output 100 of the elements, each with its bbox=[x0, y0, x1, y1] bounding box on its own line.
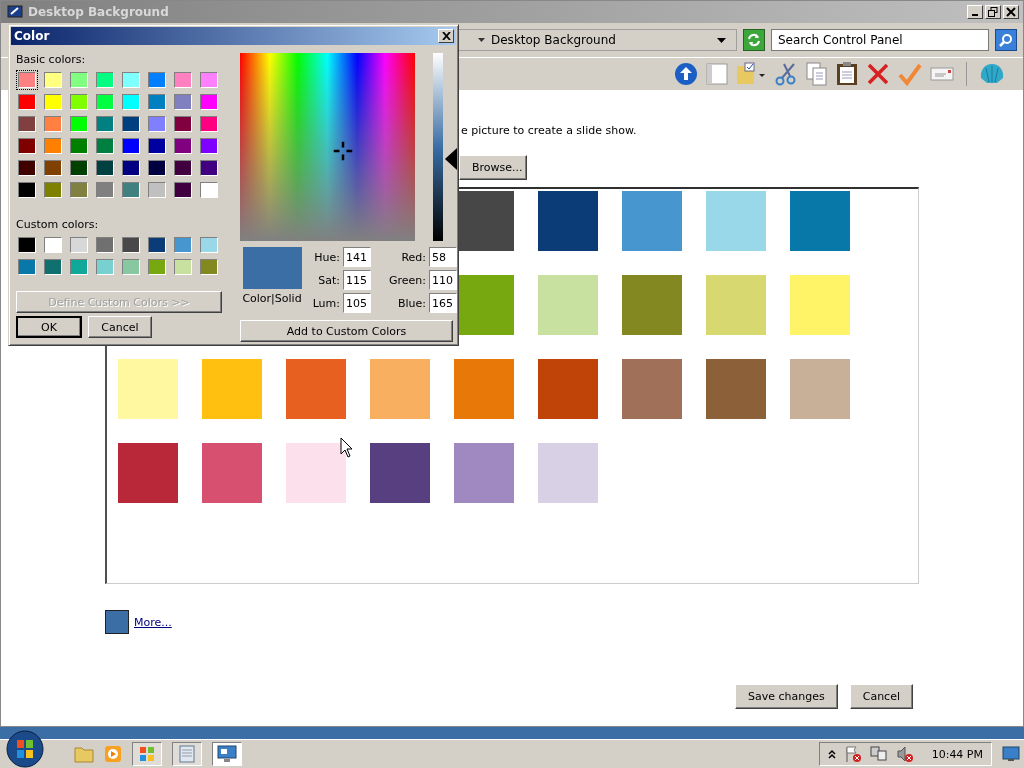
more-link[interactable]: More... bbox=[134, 615, 172, 629]
color-swatch[interactable] bbox=[706, 359, 766, 419]
color-swatch[interactable] bbox=[94, 180, 116, 200]
color-swatch[interactable] bbox=[68, 180, 90, 200]
color-swatch[interactable] bbox=[16, 257, 38, 277]
color-swatch[interactable] bbox=[146, 180, 168, 200]
color-swatch[interactable] bbox=[68, 114, 90, 134]
color-spectrum[interactable] bbox=[240, 53, 415, 241]
color-swatch[interactable] bbox=[68, 158, 90, 178]
color-swatch[interactable] bbox=[172, 235, 194, 255]
color-swatch[interactable] bbox=[42, 257, 64, 277]
clipboard-icon[interactable] bbox=[836, 62, 858, 86]
search-button[interactable] bbox=[995, 29, 1017, 51]
color-swatch[interactable] bbox=[198, 114, 220, 134]
color-swatch[interactable] bbox=[198, 92, 220, 112]
color-swatch[interactable] bbox=[120, 114, 142, 134]
copy-icon[interactable] bbox=[806, 62, 828, 86]
color-swatch[interactable] bbox=[172, 136, 194, 156]
color-swatch[interactable] bbox=[538, 191, 598, 251]
color-swatch[interactable] bbox=[42, 158, 64, 178]
refresh-button[interactable] bbox=[743, 29, 765, 51]
color-swatch[interactable] bbox=[68, 92, 90, 112]
color-swatch[interactable] bbox=[538, 359, 598, 419]
restore-button[interactable] bbox=[985, 5, 1001, 19]
value-field[interactable]: 141 bbox=[343, 247, 371, 267]
color-swatch[interactable] bbox=[790, 359, 850, 419]
taskbar-item[interactable] bbox=[132, 742, 162, 766]
luminance-arrow-icon[interactable] bbox=[445, 147, 457, 170]
value-field[interactable]: 110 bbox=[429, 270, 457, 290]
save-button[interactable]: Save changes bbox=[735, 684, 838, 709]
color-swatch[interactable] bbox=[68, 70, 90, 90]
color-swatch[interactable] bbox=[16, 70, 38, 90]
color-swatch[interactable] bbox=[42, 180, 64, 200]
taskbar-item[interactable] bbox=[172, 742, 202, 766]
color-swatch[interactable] bbox=[42, 70, 64, 90]
cancel-button[interactable]: Cancel bbox=[849, 684, 913, 709]
check-icon[interactable] bbox=[898, 62, 922, 86]
taskbar-item[interactable] bbox=[212, 742, 242, 766]
search-field[interactable]: Search Control Panel bbox=[771, 29, 989, 51]
color-swatch[interactable] bbox=[622, 191, 682, 251]
color-swatch[interactable] bbox=[172, 158, 194, 178]
flag-error-icon[interactable] bbox=[843, 745, 862, 763]
color-swatch[interactable] bbox=[146, 136, 168, 156]
color-swatch[interactable] bbox=[120, 136, 142, 156]
color-swatch[interactable] bbox=[538, 443, 598, 503]
value-field[interactable]: 105 bbox=[343, 293, 371, 313]
value-field[interactable]: 115 bbox=[343, 270, 371, 290]
speaker-muted-icon[interactable] bbox=[895, 745, 914, 763]
color-swatch[interactable] bbox=[94, 235, 116, 255]
color-swatch[interactable] bbox=[146, 114, 168, 134]
color-swatch[interactable] bbox=[42, 136, 64, 156]
color-swatch[interactable] bbox=[146, 257, 168, 277]
color-swatch[interactable] bbox=[16, 92, 38, 112]
browse-button[interactable]: Browse... bbox=[459, 155, 527, 180]
folder-icon[interactable] bbox=[736, 62, 766, 86]
color-swatch[interactable] bbox=[706, 275, 766, 335]
color-swatch[interactable] bbox=[94, 70, 116, 90]
color-swatch[interactable] bbox=[706, 191, 766, 251]
delete-icon[interactable] bbox=[866, 62, 890, 86]
color-swatch[interactable] bbox=[16, 136, 38, 156]
color-swatch[interactable] bbox=[120, 158, 142, 178]
color-swatch[interactable] bbox=[94, 257, 116, 277]
color-swatch[interactable] bbox=[198, 257, 220, 277]
close-button[interactable] bbox=[1003, 5, 1019, 19]
show-desktop-icon[interactable] bbox=[1002, 746, 1020, 762]
color-swatch[interactable] bbox=[198, 136, 220, 156]
color-swatch[interactable] bbox=[198, 180, 220, 200]
color-swatch[interactable] bbox=[68, 136, 90, 156]
color-swatch[interactable] bbox=[146, 158, 168, 178]
color-swatch[interactable] bbox=[172, 92, 194, 112]
color-swatch[interactable] bbox=[622, 359, 682, 419]
color-swatch[interactable] bbox=[94, 158, 116, 178]
color-swatch[interactable] bbox=[172, 257, 194, 277]
color-swatch[interactable] bbox=[120, 92, 142, 112]
color-swatch[interactable] bbox=[120, 257, 142, 277]
color-swatch[interactable] bbox=[198, 70, 220, 90]
color-swatch[interactable] bbox=[454, 443, 514, 503]
color-swatch[interactable] bbox=[120, 235, 142, 255]
color-swatch[interactable] bbox=[68, 257, 90, 277]
color-swatch[interactable] bbox=[118, 443, 178, 503]
color-swatch[interactable] bbox=[172, 114, 194, 134]
add-to-custom-colors-button[interactable]: Add to Custom Colors bbox=[240, 320, 453, 342]
shell-icon[interactable] bbox=[979, 62, 1005, 86]
color-swatch[interactable] bbox=[198, 235, 220, 255]
color-swatch[interactable] bbox=[172, 70, 194, 90]
color-swatch[interactable] bbox=[172, 180, 194, 200]
color-swatch[interactable] bbox=[120, 70, 142, 90]
media-player-icon[interactable] bbox=[104, 745, 122, 763]
minimize-button[interactable] bbox=[967, 5, 983, 19]
close-button[interactable] bbox=[438, 29, 454, 43]
color-swatch[interactable] bbox=[370, 359, 430, 419]
cancel-button[interactable]: Cancel bbox=[88, 316, 152, 338]
color-swatch[interactable] bbox=[94, 92, 116, 112]
color-swatch[interactable] bbox=[68, 235, 90, 255]
color-swatch[interactable] bbox=[454, 359, 514, 419]
color-swatch[interactable] bbox=[202, 443, 262, 503]
color-swatch[interactable] bbox=[146, 92, 168, 112]
color-swatch[interactable] bbox=[286, 359, 346, 419]
color-swatch[interactable] bbox=[118, 359, 178, 419]
color-swatch[interactable] bbox=[42, 235, 64, 255]
